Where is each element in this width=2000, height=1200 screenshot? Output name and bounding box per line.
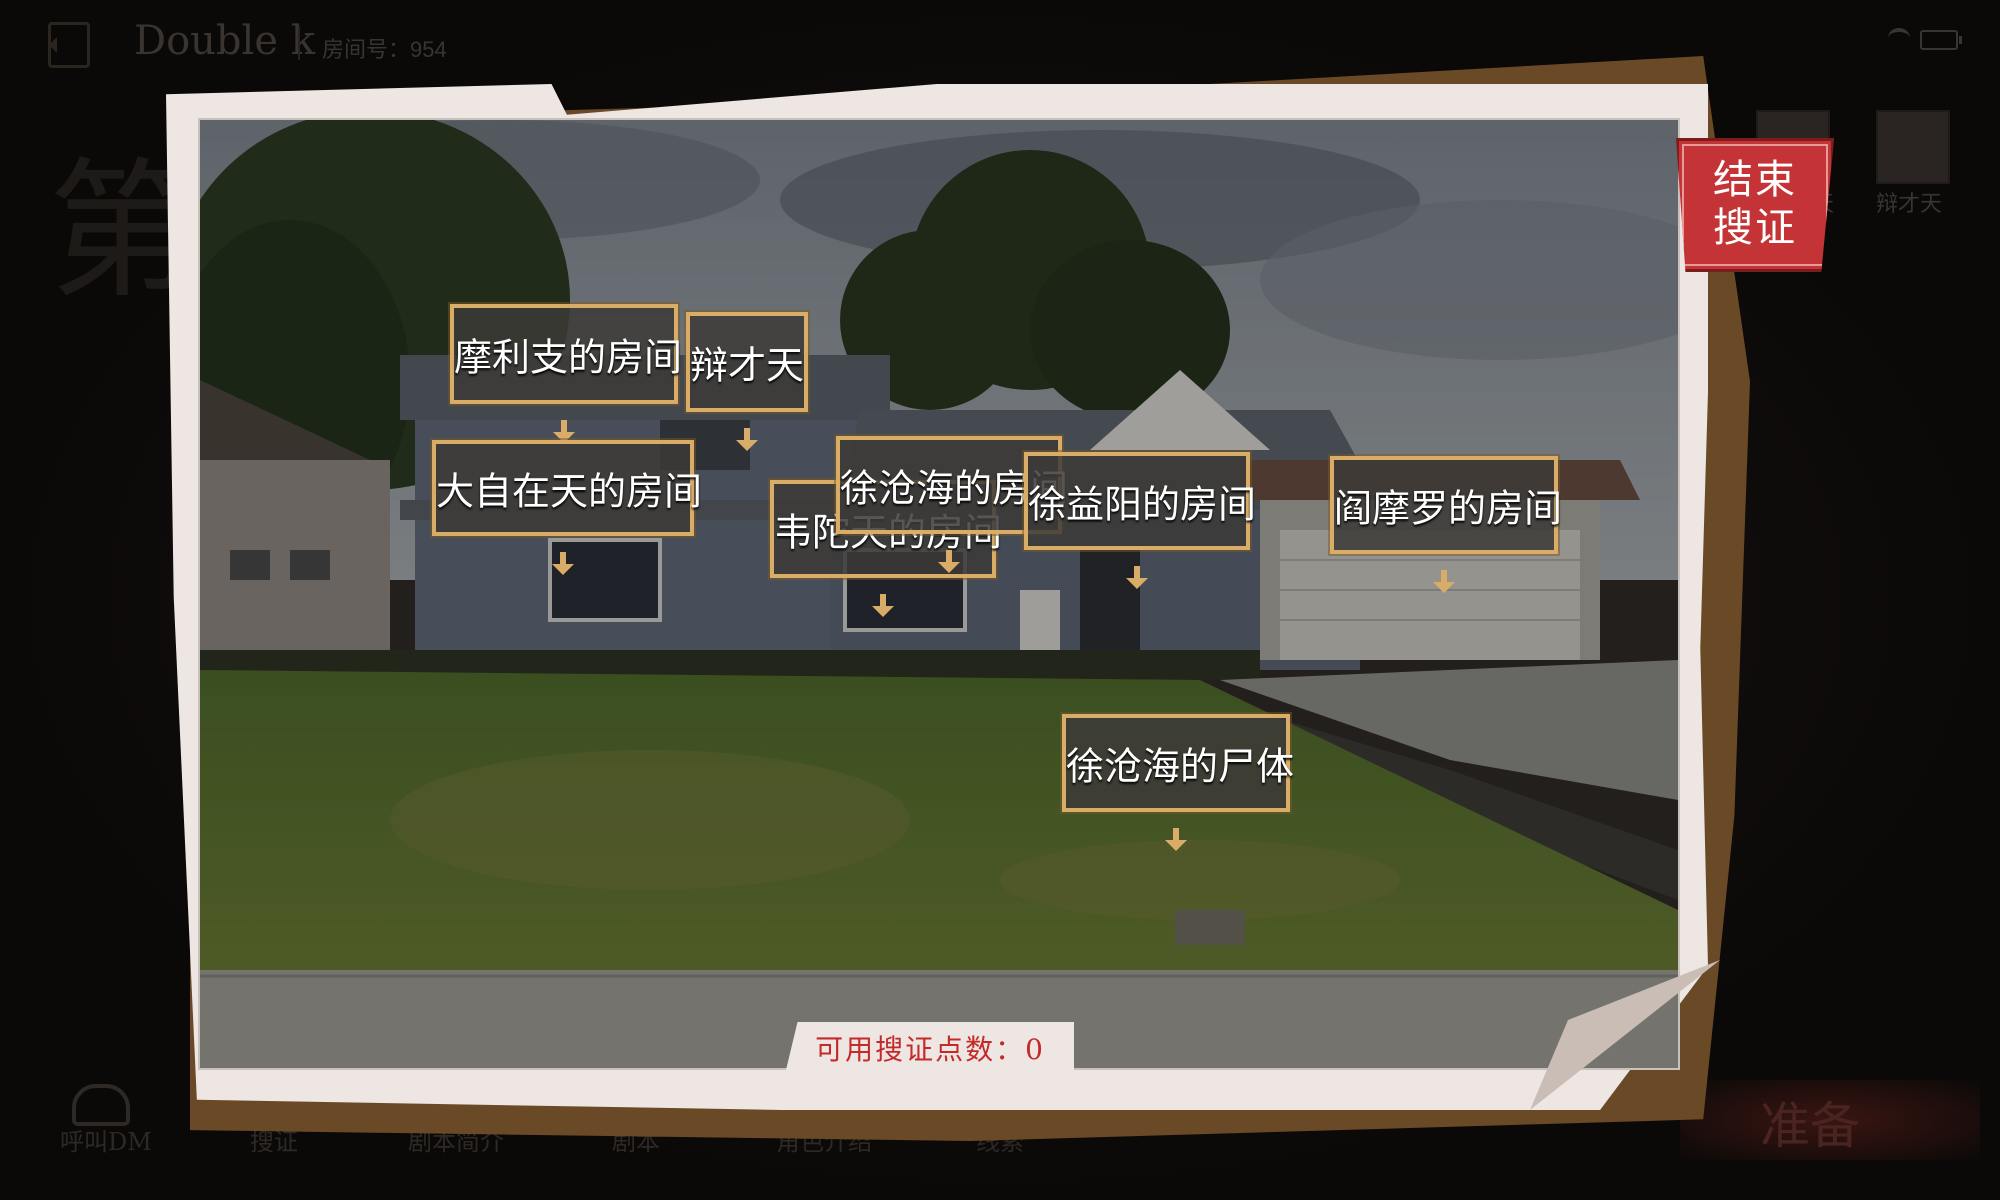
photo-dim-overlay <box>200 120 1678 1068</box>
location-tag: 大自在天的房间 <box>432 440 703 536</box>
player-avatar[interactable] <box>1876 110 1950 184</box>
exit-door-icon[interactable] <box>48 22 90 68</box>
down-arrow-icon <box>736 428 758 451</box>
down-arrow-icon <box>872 594 894 617</box>
location-label: 徐沧海的尸体 <box>1066 744 1295 789</box>
location-yama-room[interactable]: 阎摩罗的房间 <box>1330 456 1563 593</box>
location-xucanghai-body[interactable]: 徐沧海的尸体 <box>1062 714 1295 851</box>
room-number: 房间号：954 <box>322 37 447 62</box>
down-arrow-icon <box>552 552 574 575</box>
location-label: 徐益阳的房间 <box>1028 482 1257 527</box>
location-tag: 徐沧海的尸体 <box>1062 714 1295 812</box>
down-arrow-icon <box>1433 570 1455 593</box>
divider <box>298 26 300 60</box>
end-search-button[interactable]: 结束 搜证 <box>1676 138 1834 272</box>
down-arrow-icon <box>553 420 575 443</box>
location-label: 大自在天的房间 <box>436 469 703 514</box>
end-search-line-2: 搜证 <box>1713 205 1797 251</box>
location-tag: 辩才天 <box>686 312 808 412</box>
down-arrow-icon <box>1165 828 1187 851</box>
location-label: 辩才天 <box>690 343 805 388</box>
battery-icon <box>1920 30 1962 50</box>
phone-icon[interactable] <box>72 1084 130 1126</box>
search-points-text: 可用搜证点数：0 <box>815 1033 1045 1066</box>
search-points-tab: 可用搜证点数：0 <box>786 1022 1074 1070</box>
location-xuyiyang-room[interactable]: 徐益阳的房间 <box>1024 452 1257 589</box>
location-mahesvara-room[interactable]: 大自在天的房间 <box>432 440 703 575</box>
location-label: 阎摩罗的房间 <box>1334 486 1563 531</box>
call-dm-button[interactable]: 呼叫DM <box>60 1122 152 1157</box>
house-photo <box>198 118 1680 1070</box>
location-tag: 摩利支的房间 <box>450 304 683 404</box>
location-tag: 阎摩罗的房间 <box>1330 456 1563 554</box>
room-name: Double k <box>134 18 315 64</box>
down-arrow-icon <box>938 550 960 573</box>
location-sarasvati[interactable]: 辩才天 <box>686 312 808 451</box>
location-tag: 徐益阳的房间 <box>1024 452 1257 550</box>
player-name: 辩才天 <box>1876 192 1943 217</box>
end-search-line-1: 结束 <box>1713 157 1797 203</box>
location-marici-room[interactable]: 摩利支的房间 <box>450 304 683 443</box>
down-arrow-icon <box>1126 566 1148 589</box>
ready-label: 准备 <box>1760 1097 1860 1155</box>
wifi-icon <box>1888 28 1910 48</box>
location-label: 摩利支的房间 <box>454 335 683 380</box>
end-search-label: 结束 搜证 <box>1676 156 1834 252</box>
